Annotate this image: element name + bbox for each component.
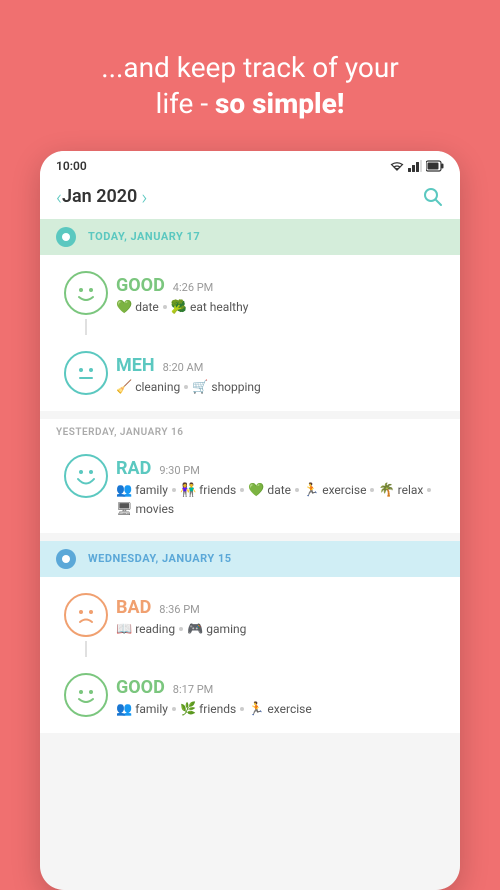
- smiley-rad: [64, 454, 108, 498]
- search-icon[interactable]: [422, 186, 444, 208]
- tag-cleaning: 🧹 cleaning: [116, 380, 180, 395]
- wednesday-dot: [56, 549, 76, 569]
- entry-meh-jan17: MEH 8:20 AM 🧹 cleaning 🛒 shopping: [56, 343, 444, 403]
- tag-eat-healthy: 🥦 eat healthy: [171, 300, 249, 315]
- entry-bad-jan15: BAD 8:36 PM 📖 reading 🎮 gaming: [56, 585, 444, 665]
- tag-gaming: 🎮 gaming: [187, 622, 246, 637]
- header-line2: life - so simple!: [101, 86, 399, 122]
- tag-family-2: 👥 family: [116, 702, 168, 717]
- today-label: TODAY, JANUARY 17: [88, 230, 200, 243]
- nav-bar: ‹ Jan 2020 ›: [40, 177, 460, 219]
- day-section-yesterday: YESTERDAY, JANUARY 16 R: [40, 419, 460, 533]
- month-title: Jan 2020: [62, 186, 137, 207]
- entry-tags-rad: 👥 family 👫 friends 💚 date 🏃 exercise 🌴 r…: [116, 483, 444, 517]
- yesterday-entries: YESTERDAY, JANUARY 16 R: [40, 419, 460, 533]
- smiley-good: [64, 271, 108, 315]
- day-section-today: TODAY, JANUARY 17: [40, 219, 460, 411]
- next-month-button[interactable]: ›: [141, 185, 147, 209]
- battery-icon: [426, 160, 444, 172]
- tag-movies: 🖥 movies: [116, 502, 174, 517]
- smiley-meh: [64, 351, 108, 395]
- day-section-wednesday: WEDNESDAY, JANUARY 15: [40, 541, 460, 733]
- entry-time-bad: 8:36 PM: [159, 603, 199, 616]
- mood-label-good: GOOD: [116, 275, 165, 296]
- header-line2-bold: so simple!: [215, 87, 344, 120]
- phone-frame: 10:00 ‹ Jan 2020 ›: [40, 151, 460, 890]
- smiley-good-2: [64, 673, 108, 717]
- app-header: ...and keep track of your life - so simp…: [71, 50, 429, 123]
- signal-icon: [408, 160, 422, 172]
- entry-tags-good-2: 👥 family 🌿 friends 🏃 exercise: [116, 702, 444, 717]
- day-header-today: TODAY, JANUARY 17: [40, 219, 460, 255]
- wifi-icon: [390, 160, 404, 172]
- today-dot: [56, 227, 76, 247]
- scroll-area[interactable]: TODAY, JANUARY 17: [40, 219, 460, 886]
- tag-exercise-2: 🏃 exercise: [248, 702, 311, 717]
- wednesday-entries: BAD 8:36 PM 📖 reading 🎮 gaming: [40, 577, 460, 733]
- mood-label-good-2: GOOD: [116, 677, 165, 698]
- today-entries: GOOD 4:26 PM 💚 date 🥦 eat healthy: [40, 255, 460, 411]
- entry-tags-good: 💚 date 🥦 eat healthy: [116, 300, 444, 315]
- tag-exercise: 🏃 exercise: [303, 483, 366, 498]
- entry-time-good: 4:26 PM: [173, 281, 213, 294]
- yesterday-label: YESTERDAY, JANUARY 16: [56, 427, 444, 438]
- tag-shopping: 🛒 shopping: [192, 380, 261, 395]
- entry-tags-bad: 📖 reading 🎮 gaming: [116, 622, 444, 637]
- mood-label-bad: BAD: [116, 597, 151, 618]
- tag-friends-2: 🌿 friends: [180, 702, 236, 717]
- status-time: 10:00: [56, 159, 87, 173]
- tag-friends: 👫 friends: [180, 483, 236, 498]
- smiley-bad: [64, 593, 108, 637]
- tag-reading: 📖 reading: [116, 622, 175, 637]
- entry-tags-meh: 🧹 cleaning 🛒 shopping: [116, 380, 444, 395]
- status-icons: [390, 160, 444, 172]
- entry-time-good-2: 8:17 PM: [173, 683, 213, 696]
- header-line1: ...and keep track of your: [101, 50, 399, 86]
- tag-family: 👥 family: [116, 483, 168, 498]
- entry-time-meh: 8:20 AM: [163, 361, 204, 374]
- entry-time-rad: 9:30 PM: [159, 464, 199, 477]
- wednesday-label: WEDNESDAY, JANUARY 15: [88, 552, 232, 565]
- day-header-wednesday: WEDNESDAY, JANUARY 15: [40, 541, 460, 577]
- mood-label-rad: RAD: [116, 458, 151, 479]
- status-bar: 10:00: [40, 151, 460, 177]
- header-line2-normal: life -: [156, 87, 216, 120]
- tag-relax: 🌴 relax: [378, 483, 423, 498]
- entry-good-jan15: GOOD 8:17 PM 👥 family 🌿 friends 🏃 exerci…: [56, 665, 444, 725]
- mood-label-meh: MEH: [116, 355, 155, 376]
- tag-date: 💚 date: [248, 483, 291, 498]
- tag-date: 💚 date: [116, 300, 159, 315]
- entry-rad-jan16: RAD 9:30 PM 👥 family 👫 friends 💚 date 🏃 …: [56, 446, 444, 525]
- entry-good-jan17: GOOD 4:26 PM 💚 date 🥦 eat healthy: [56, 263, 444, 343]
